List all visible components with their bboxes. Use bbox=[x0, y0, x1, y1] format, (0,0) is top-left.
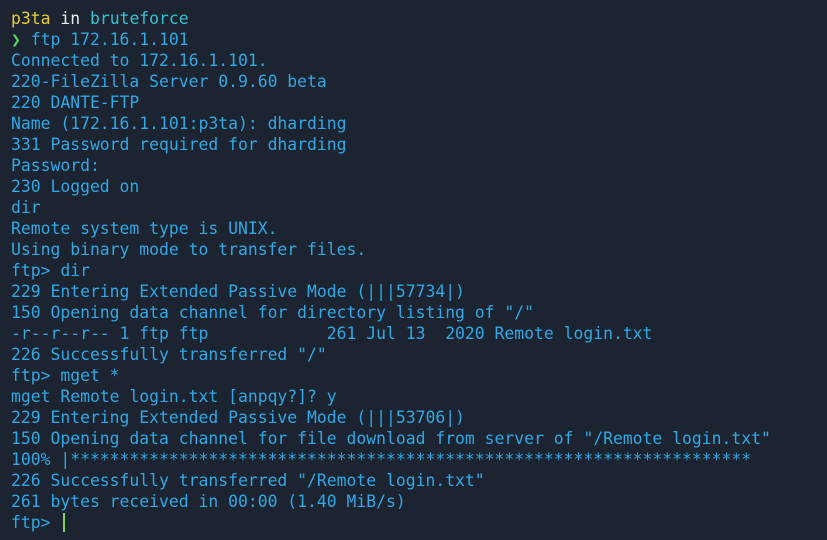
progress-line: 100% |**********************************… bbox=[11, 450, 752, 469]
output-line: 220 DANTE-FTP bbox=[11, 93, 140, 112]
output-line: 229 Entering Extended Passive Mode (|||5… bbox=[11, 408, 465, 427]
output-line: 226 Successfully transferred "/" bbox=[11, 345, 327, 364]
command-line: ❯ ftp 172.16.1.101 bbox=[11, 29, 827, 50]
output-line: 226 Successfully transferred "/Remote lo… bbox=[11, 471, 485, 490]
output-line: 261 bytes received in 00:00 (1.40 MiB/s) bbox=[11, 492, 406, 511]
output-line: 229 Entering Extended Passive Mode (|||5… bbox=[11, 282, 465, 301]
output-line: 331 Password required for dharding bbox=[11, 135, 347, 154]
output-line: 150 Opening data channel for file downlo… bbox=[11, 429, 771, 448]
output-line: mget Remote login.txt [anpqy?]? y bbox=[11, 387, 337, 406]
prompt-directory: bruteforce bbox=[89, 9, 189, 28]
output-line: 220-FileZilla Server 0.9.60 beta bbox=[11, 72, 327, 91]
output-line: ftp> mget * bbox=[11, 366, 120, 385]
text-cursor bbox=[63, 513, 66, 532]
output-line: Password: bbox=[11, 156, 100, 175]
ftp-prompt: ftp> bbox=[11, 513, 61, 532]
output-line: 150 Opening data channel for directory l… bbox=[11, 303, 535, 322]
output-line: Connected to 172.16.1.101. bbox=[11, 51, 268, 70]
output-line: Using binary mode to transfer files. bbox=[11, 240, 367, 259]
command-text: ftp 172.16.1.101 bbox=[30, 30, 189, 49]
output-line: Remote system type is UNIX. bbox=[11, 219, 278, 238]
output-line: 230 Logged on bbox=[11, 177, 140, 196]
output-line: ftp> dir bbox=[11, 261, 90, 280]
output-line: dir bbox=[11, 198, 41, 217]
output-line: Name (172.16.1.101:p3ta): dharding bbox=[11, 114, 347, 133]
prompt-user: p3ta bbox=[11, 9, 51, 28]
prompt-chevron-icon: ❯ bbox=[11, 30, 31, 49]
input-line[interactable]: ftp> bbox=[11, 512, 827, 533]
prompt-in-word: in bbox=[50, 9, 90, 28]
terminal-window[interactable]: p3ta in bruteforce ❯ ftp 172.16.1.101 Co… bbox=[0, 0, 827, 540]
shell-prompt-header: p3ta in bruteforce bbox=[11, 8, 827, 29]
output-line: -r--r--r-- 1 ftp ftp 261 Jul 13 2020 Rem… bbox=[11, 324, 653, 343]
